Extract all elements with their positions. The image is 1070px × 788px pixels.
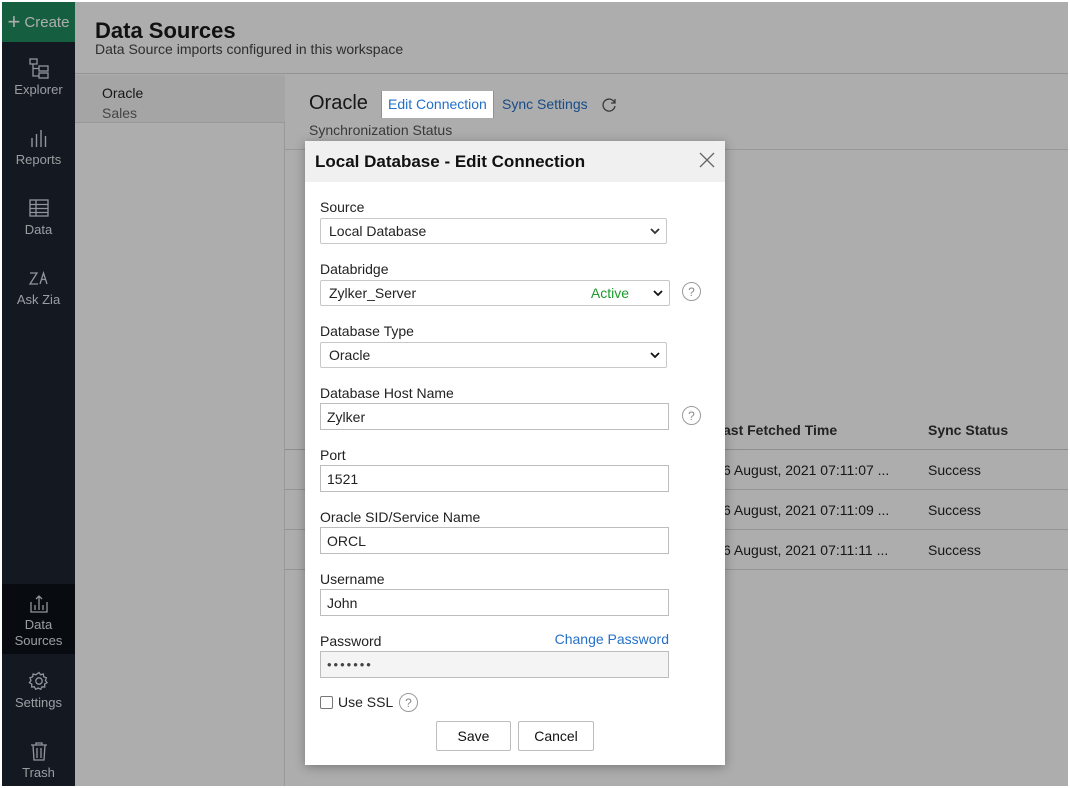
tab-edit-connection-highlight[interactable]: Edit Connection [382, 91, 493, 118]
source-label: Source [320, 199, 365, 215]
database-type-select[interactable]: Oracle [320, 342, 667, 368]
help-icon[interactable]: ? [399, 693, 418, 712]
service-name-field[interactable]: ORCL [320, 527, 669, 554]
service-name-label: Oracle SID/Service Name [320, 509, 481, 525]
username-field[interactable]: John [320, 589, 669, 616]
dialog-title: Local Database - Edit Connection [315, 152, 586, 171]
use-ssl-checkbox[interactable] [320, 696, 333, 709]
database-type-value: Oracle [329, 347, 371, 363]
databridge-value: Zylker_Server [329, 285, 417, 301]
chevron-down-icon [650, 352, 660, 359]
edit-connection-dialog: Local Database - Edit Connection Source … [305, 141, 725, 765]
chevron-down-icon [653, 290, 663, 297]
password-label: Password [320, 633, 382, 649]
password-field: ••••••• [320, 651, 669, 678]
databridge-select[interactable]: Zylker_Server Active [320, 280, 670, 306]
databridge-label: Databridge [320, 261, 389, 277]
status-badge: Active [590, 285, 629, 301]
username-label: Username [320, 571, 385, 587]
close-icon[interactable] [697, 150, 717, 170]
dialog-header: Local Database - Edit Connection [305, 141, 725, 182]
cancel-button[interactable]: Cancel [518, 721, 594, 751]
host-name-field[interactable]: Zylker [320, 403, 669, 430]
change-password-link[interactable]: Change Password [555, 631, 669, 647]
help-icon[interactable]: ? [682, 282, 701, 301]
database-type-label: Database Type [320, 323, 414, 339]
chevron-down-icon [650, 228, 660, 235]
port-field[interactable]: 1521 [320, 465, 669, 492]
host-name-label: Database Host Name [320, 385, 454, 401]
use-ssl-label: Use SSL [338, 694, 394, 710]
port-label: Port [320, 447, 346, 463]
source-select[interactable]: Local Database [320, 218, 667, 244]
help-icon[interactable]: ? [682, 406, 701, 425]
source-value: Local Database [329, 223, 427, 239]
save-button[interactable]: Save [436, 721, 511, 751]
